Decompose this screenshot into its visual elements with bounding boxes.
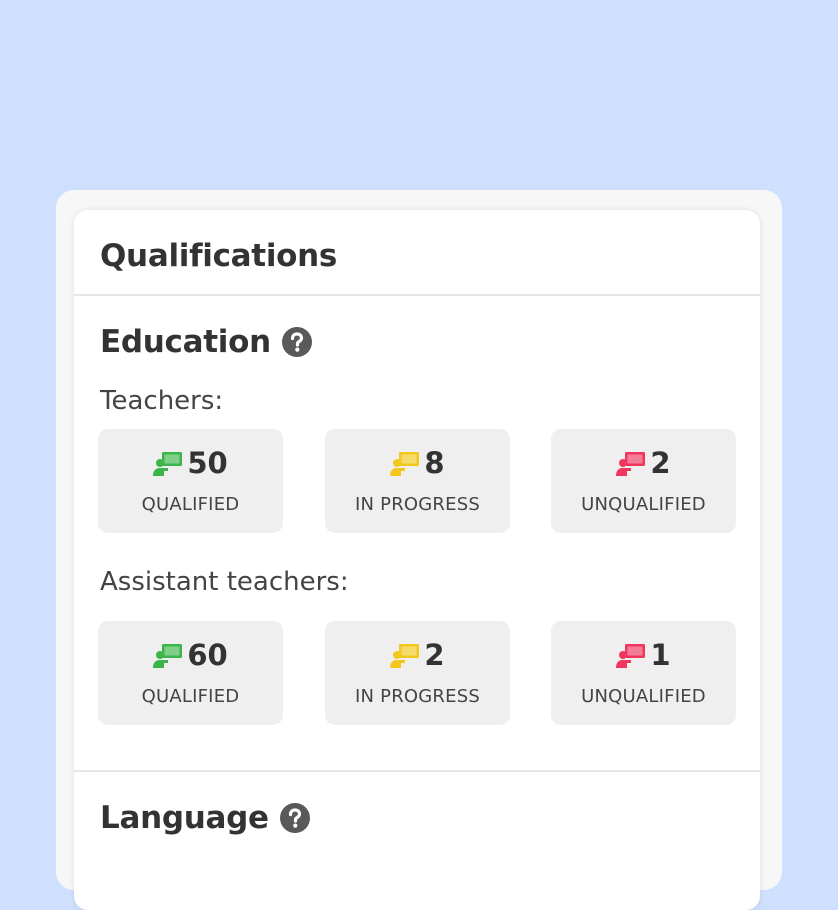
stat-value: 60 <box>187 638 228 672</box>
teacher-board-icon <box>616 451 646 476</box>
stat-label: UNQUALIFIED <box>581 686 706 707</box>
stat-value: 2 <box>650 446 671 480</box>
assistant-teachers-stats: 60 QUALIFIED 2 IN PROGRESS 1 UNQUALIFIED <box>98 621 736 725</box>
education-section-title: Education <box>100 324 313 360</box>
teachers-unqualified-card[interactable]: 2 UNQUALIFIED <box>551 429 736 533</box>
qualifications-card: Qualifications Education Teachers: 50 QU… <box>74 210 760 910</box>
language-help-icon[interactable] <box>279 802 311 834</box>
stat-label: QUALIFIED <box>141 686 240 707</box>
language-section-title: Language <box>100 800 311 836</box>
card-title: Qualifications <box>100 238 338 274</box>
teacher-board-icon <box>153 643 183 668</box>
teacher-board-icon <box>153 451 183 476</box>
stat-label: UNQUALIFIED <box>581 494 706 515</box>
language-title-text: Language <box>100 800 269 836</box>
assistants-in-progress-card[interactable]: 2 IN PROGRESS <box>325 621 510 725</box>
stat-label: IN PROGRESS <box>355 494 480 515</box>
assistant-teachers-label: Assistant teachers: <box>100 567 349 597</box>
teachers-stats: 50 QUALIFIED 8 IN PROGRESS 2 UNQUALIFIED <box>98 429 736 533</box>
divider <box>74 770 760 772</box>
education-title-text: Education <box>100 324 271 360</box>
stat-label: IN PROGRESS <box>355 686 480 707</box>
assistants-qualified-card[interactable]: 60 QUALIFIED <box>98 621 283 725</box>
teachers-qualified-card[interactable]: 50 QUALIFIED <box>98 429 283 533</box>
assistants-unqualified-card[interactable]: 1 UNQUALIFIED <box>551 621 736 725</box>
stat-value: 8 <box>424 446 445 480</box>
teacher-board-icon <box>390 451 420 476</box>
teacher-board-icon <box>390 643 420 668</box>
divider <box>74 294 760 296</box>
teacher-board-icon <box>616 643 646 668</box>
teachers-label: Teachers: <box>100 386 224 416</box>
stat-label: QUALIFIED <box>141 494 240 515</box>
teachers-in-progress-card[interactable]: 8 IN PROGRESS <box>325 429 510 533</box>
stat-value: 1 <box>650 638 671 672</box>
stat-value: 50 <box>187 446 228 480</box>
education-help-icon[interactable] <box>281 326 313 358</box>
stat-value: 2 <box>424 638 445 672</box>
